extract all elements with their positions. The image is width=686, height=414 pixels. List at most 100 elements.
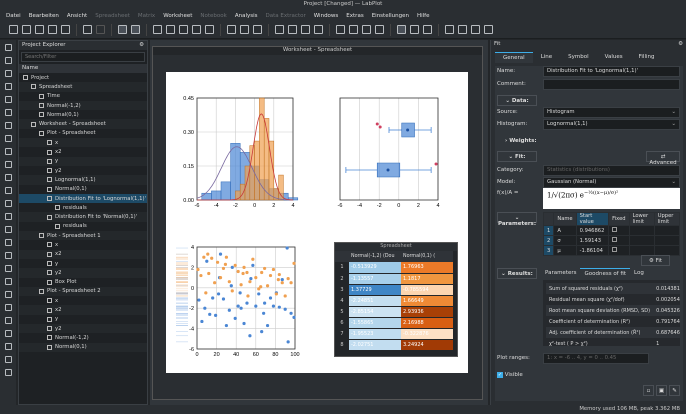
- shift-right-icon[interactable]: [4, 291, 12, 298]
- tree-item[interactable]: Normal(0,1): [19, 110, 147, 119]
- parameters-table[interactable]: Name Start value Fixed Lower limit Upper lim…: [542, 212, 681, 256]
- cursor4-icon[interactable]: [4, 369, 12, 376]
- param-header[interactable]: Start value: [575, 212, 610, 226]
- histogram-select[interactable]: Lognormal(1,1) ⌄: [543, 119, 680, 130]
- tree-item[interactable]: y: [19, 259, 147, 268]
- param-lower-limit[interactable]: [628, 225, 655, 236]
- search-input[interactable]: Search/Filter: [21, 52, 145, 62]
- fit-section-button[interactable]: ⌄ Fit:: [497, 151, 537, 162]
- spreadsheet-table[interactable]: Normal(-1,2) (Dou Normal(0,1) (1 -0.513929…: [335, 251, 453, 351]
- menu-datei[interactable]: Datei: [6, 13, 21, 19]
- tree-item[interactable]: Lognormal(1,1): [19, 175, 147, 185]
- new-file-button[interactable]: ▫: [643, 385, 654, 396]
- visible-checkbox[interactable]: ✓ Visible: [497, 372, 523, 378]
- new-project-icon[interactable]: [9, 25, 18, 34]
- param-header[interactable]: Name: [553, 212, 577, 226]
- gear-icon[interactable]: ⚙: [678, 41, 683, 48]
- cell[interactable]: 1.76963: [401, 262, 453, 274]
- menu-hilfe[interactable]: Hilfe: [417, 13, 430, 19]
- tree-item[interactable]: x: [19, 296, 147, 305]
- cell[interactable]: -1.55865: [349, 317, 401, 329]
- tree-item[interactable]: Plot - Spreadsheet 1: [19, 231, 147, 241]
- add-plot-icon[interactable]: [445, 25, 454, 34]
- param-lower-limit[interactable]: [628, 235, 655, 246]
- zoom-out-x-icon[interactable]: [4, 239, 12, 246]
- tree-item[interactable]: y: [19, 156, 147, 166]
- fit-button[interactable]: ⚙ Fit: [641, 255, 670, 266]
- shift-icon[interactable]: [4, 109, 12, 116]
- tree-item[interactable]: Distribution Fit to 'Normal(0,1)': [19, 212, 147, 222]
- plot1-icon[interactable]: [336, 25, 345, 34]
- cell[interactable]: -1.13557: [349, 273, 401, 285]
- select-icon[interactable]: [4, 44, 12, 51]
- open-icon[interactable]: [22, 25, 31, 34]
- redo-icon[interactable]: [96, 25, 105, 34]
- name-input[interactable]: Distribution Fit to 'Lognormal(1,1)': [543, 66, 680, 77]
- layout2-icon[interactable]: [131, 25, 140, 34]
- param-start-value[interactable]: -1.86104: [575, 245, 610, 256]
- zoom-fit-icon[interactable]: [275, 25, 284, 34]
- cell[interactable]: -0.785594: [401, 284, 453, 296]
- axis3-icon[interactable]: [4, 187, 12, 194]
- tree-item[interactable]: Normal(-1,2): [19, 333, 147, 342]
- tree-item[interactable]: residuals: [19, 222, 147, 231]
- tree-item[interactable]: x: [19, 240, 147, 249]
- spreadsheet-window[interactable]: Spreadsheet Normal(-1,2) (Dou Normal(0,1)…: [334, 242, 458, 357]
- zoom-in-x-icon[interactable]: [4, 226, 12, 233]
- model-select[interactable]: Gaussian (Normal) ⌄: [543, 177, 680, 188]
- tab-values[interactable]: Values: [597, 52, 631, 63]
- print-icon[interactable]: [48, 25, 57, 34]
- cursor-icon[interactable]: [4, 330, 12, 337]
- cell[interactable]: -0.322876: [401, 328, 453, 340]
- menu-bearbeiten[interactable]: Bearbeiten: [29, 13, 59, 19]
- cell[interactable]: 1.1817: [401, 273, 453, 285]
- menu-extras[interactable]: Extras: [346, 13, 363, 19]
- stack-icon[interactable]: [179, 25, 188, 34]
- tree-item[interactable]: Time: [19, 92, 147, 101]
- tree-item[interactable]: x: [19, 138, 147, 148]
- source-select[interactable]: Histogram ⌄: [543, 107, 680, 118]
- shift-down-icon[interactable]: [4, 317, 12, 324]
- tab-line[interactable]: Line: [533, 52, 560, 63]
- export-icon[interactable]: [61, 25, 70, 34]
- tree-item[interactable]: y2: [19, 324, 147, 334]
- edit-button[interactable]: ✎: [669, 385, 680, 396]
- param-header[interactable]: Fixed: [608, 212, 630, 226]
- result-tab[interactable]: Goodness of fit: [580, 268, 630, 279]
- comment-input[interactable]: [543, 79, 680, 90]
- dropdown-icon[interactable]: [484, 25, 493, 34]
- param-upper-limit[interactable]: [653, 225, 681, 236]
- dropdown-icon[interactable]: [240, 25, 249, 34]
- result-tab[interactable]: Log: [630, 268, 648, 279]
- cell[interactable]: 1.37729: [349, 284, 401, 296]
- plot3-icon[interactable]: [362, 25, 371, 34]
- param-fixed-checkbox[interactable]: [608, 225, 630, 236]
- weights-toggle[interactable]: › Weights:: [505, 138, 537, 144]
- magnifier-icon[interactable]: [471, 25, 480, 34]
- cell[interactable]: -1.95523: [349, 328, 401, 340]
- param-start-value[interactable]: 1.59143: [575, 235, 610, 246]
- new-worksheet-icon[interactable]: [227, 25, 236, 34]
- zoom-select-icon[interactable]: [423, 25, 432, 34]
- menu-einstellungen[interactable]: Einstellungen: [372, 13, 409, 19]
- plot-icon[interactable]: [4, 122, 12, 129]
- page-icon[interactable]: [253, 25, 262, 34]
- cursor2-icon[interactable]: [4, 343, 12, 350]
- cell[interactable]: -2.24851: [349, 295, 401, 307]
- plot2-icon[interactable]: [349, 25, 358, 34]
- param-header[interactable]: Upper limit: [653, 212, 681, 226]
- dropdown-icon[interactable]: [288, 25, 297, 34]
- tree-item[interactable]: Plot - Spreadsheet: [19, 129, 147, 138]
- cell[interactable]: 2.93936: [401, 306, 453, 318]
- cell[interactable]: 1.66649: [401, 295, 453, 307]
- undo-icon[interactable]: [83, 25, 92, 34]
- result-tab[interactable]: Parameters: [541, 268, 580, 279]
- fit-height-icon[interactable]: [314, 25, 323, 34]
- plot4-icon[interactable]: [375, 25, 384, 34]
- tree-item[interactable]: Spreadsheet: [19, 82, 147, 92]
- zoom-icon[interactable]: [4, 70, 12, 77]
- zoom-y-icon[interactable]: [4, 96, 12, 103]
- tree-item[interactable]: x2: [19, 147, 147, 156]
- box-icon[interactable]: [4, 148, 12, 155]
- axis2-icon[interactable]: [4, 174, 12, 181]
